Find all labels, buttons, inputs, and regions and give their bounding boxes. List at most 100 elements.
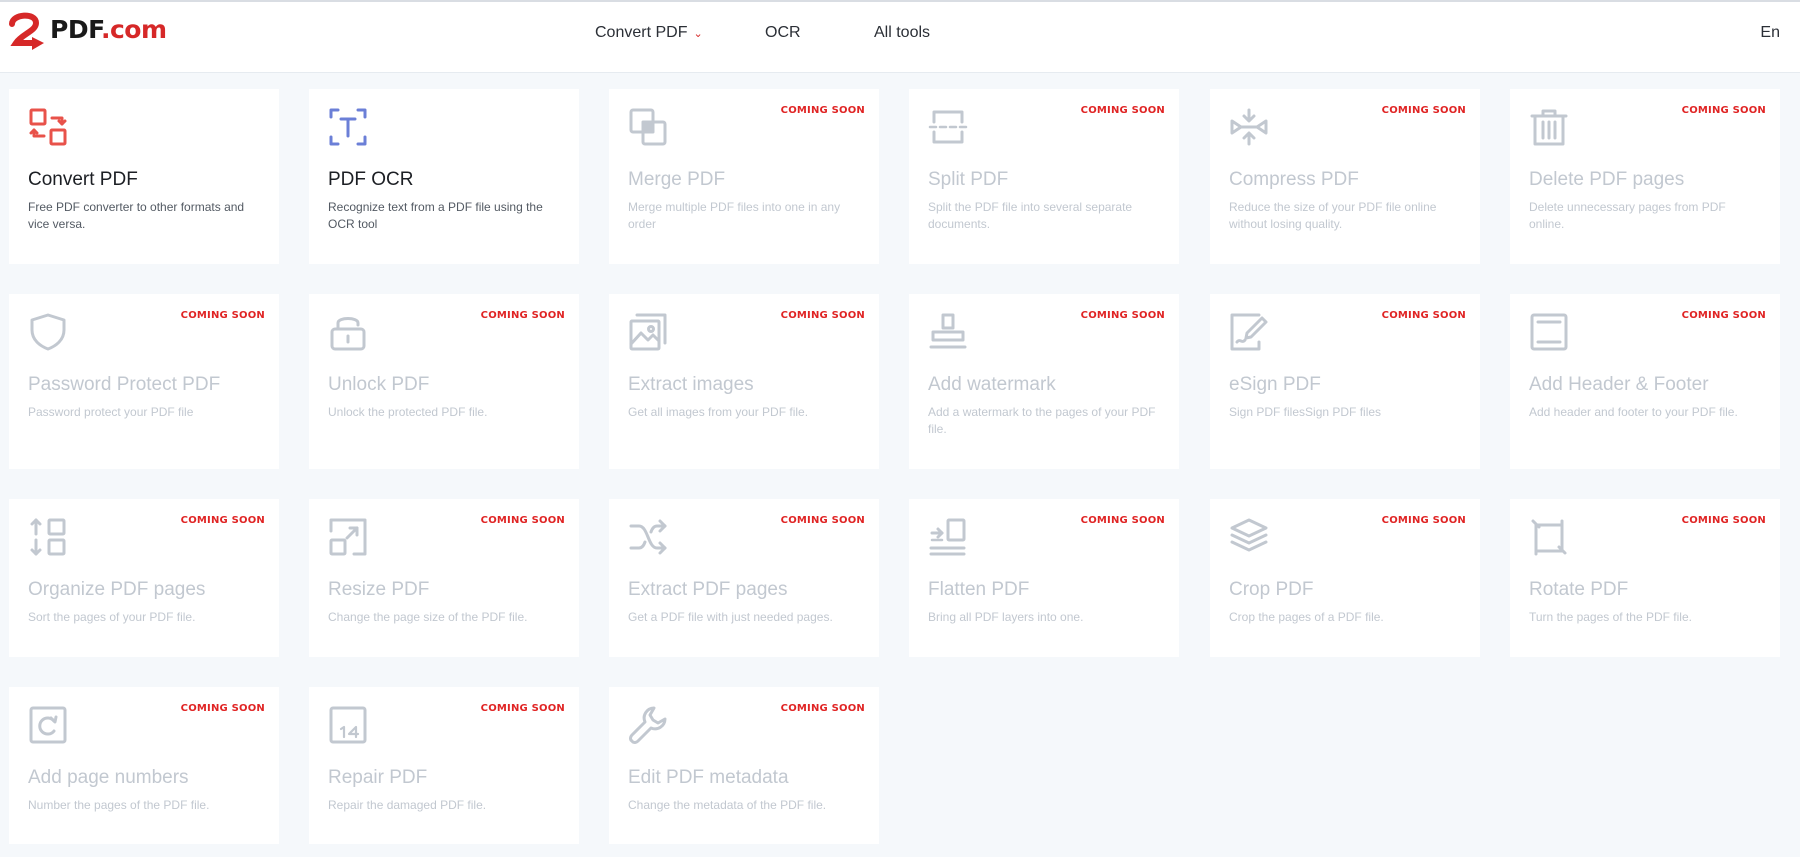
tool-description: Add header and footer to your PDF file.: [1529, 405, 1738, 419]
tool-card-esign-pdf[interactable]: COMING SOON eSign PDF Sign PDF filesSign P…: [1210, 294, 1480, 469]
tool-card-pdf-ocr[interactable]: PDF OCR Recognize text from a PDF file us…: [309, 89, 579, 264]
coming-soon-badge: COMING SOON: [180, 310, 265, 321]
tool-description: Repair the damaged PDF file.: [328, 798, 487, 812]
tool-title: Extract PDF pages: [628, 579, 788, 600]
tool-description: Delete unnecessary pages from PDF online…: [1529, 200, 1726, 231]
repair-icon: [328, 705, 368, 745]
coming-soon-badge: COMING SOON: [780, 515, 865, 526]
tool-description: Sort the pages of your PDF file.: [28, 610, 196, 624]
nav-all-tools[interactable]: All tools: [874, 24, 930, 42]
sign-icon: [1229, 312, 1269, 352]
tool-title: Crop PDF: [1229, 579, 1314, 600]
tool-title: Edit PDF metadata: [628, 767, 789, 788]
shield-icon: [28, 312, 68, 352]
tool-title: Unlock PDF: [328, 374, 430, 395]
tool-title: Compress PDF: [1229, 169, 1359, 190]
tool-card-merge-pdf[interactable]: COMING SOON Merge PDF Merge multiple PDF f…: [609, 89, 879, 264]
tool-card-convert-pdf[interactable]: Convert PDF Free PDF converter to other f…: [9, 89, 279, 264]
coming-soon-badge: COMING SOON: [1080, 310, 1165, 321]
coming-soon-badge: COMING SOON: [780, 310, 865, 321]
tool-title: Add page numbers: [28, 767, 189, 788]
tool-card-crop-pdf[interactable]: COMING SOON Crop PDF Crop the pages of a P…: [1210, 499, 1480, 657]
nav-convert-pdf-label: Convert PDF: [595, 24, 688, 41]
tool-description: Turn the pages of the PDF file.: [1529, 610, 1692, 624]
tool-description: Get a PDF file with just needed pages.: [628, 610, 833, 624]
coming-soon-badge: COMING SOON: [1080, 105, 1165, 116]
tool-card-extract-pdf-pages[interactable]: COMING SOON Extract PDF pages Get a PDF fi…: [609, 499, 879, 657]
tool-card-delete-pdf-pages[interactable]: COMING SOON Delete PDF pages Delete unnece…: [1510, 89, 1780, 264]
nav-convert-pdf[interactable]: Convert PDF ⌄: [595, 24, 703, 42]
tool-card-password-protect-pdf[interactable]: COMING SOON Password Protect PDF Password …: [9, 294, 279, 469]
tool-description: Change the metadata of the PDF file.: [628, 798, 827, 812]
coming-soon-badge: COMING SOON: [480, 310, 565, 321]
rotate-icon: [1529, 517, 1569, 557]
tool-card-split-pdf[interactable]: COMING SOON Split PDF Split the PDF file i…: [909, 89, 1179, 264]
tool-description: Number the pages of the PDF file.: [28, 798, 210, 812]
tool-card-add-watermark[interactable]: COMING SOON Add watermark Add a watermark …: [909, 294, 1179, 469]
header-footer-icon: [1529, 312, 1569, 352]
tool-title: Split PDF: [928, 169, 1009, 190]
tool-description: Sign PDF filesSign PDF files: [1229, 405, 1382, 419]
tool-title: Delete PDF pages: [1529, 169, 1685, 190]
coming-soon-badge: COMING SOON: [1381, 515, 1466, 526]
tool-description: Password protect your PDF file: [28, 405, 194, 419]
tool-card-add-page-numbers[interactable]: COMING SOON Add page numbers Number the pa…: [9, 687, 279, 844]
tool-title: Add watermark: [928, 374, 1056, 395]
top-header: PDF.com Convert PDF ⌄ OCR All tools En: [0, 0, 1800, 73]
coming-soon-badge: COMING SOON: [780, 703, 865, 714]
tool-card-resize-pdf[interactable]: COMING SOON Resize PDF Change the page siz…: [309, 499, 579, 657]
coming-soon-badge: COMING SOON: [180, 703, 265, 714]
site-logo[interactable]: PDF.com: [8, 10, 167, 54]
tool-card-organize-pdf-pages[interactable]: COMING SOON Organize PDF pages Sort the pa…: [9, 499, 279, 657]
shuffle-icon: [628, 517, 668, 557]
ocr-icon: [328, 107, 368, 147]
tool-description: Add a watermark to the pages of your PDF…: [928, 405, 1156, 436]
layers-icon: [1229, 517, 1269, 557]
stamp-icon: [928, 312, 968, 352]
coming-soon-badge: COMING SOON: [780, 105, 865, 116]
logo-2-arrow-icon: [9, 12, 44, 50]
tool-card-add-header-footer[interactable]: COMING SOON Add Header & Footer Add header…: [1510, 294, 1780, 469]
tool-description: Change the page size of the PDF file.: [328, 610, 528, 624]
tool-description: Reduce the size of your PDF file online …: [1229, 200, 1437, 231]
tool-card-unlock-pdf[interactable]: COMING SOON Unlock PDF Unlock the protecte…: [309, 294, 579, 469]
coming-soon-badge: COMING SOON: [1681, 515, 1766, 526]
organize-icon: [28, 517, 68, 557]
nav-ocr[interactable]: OCR: [765, 24, 801, 42]
tool-card-extract-images[interactable]: COMING SOON Extract images Get all images …: [609, 294, 879, 469]
tool-card-compress-pdf[interactable]: COMING SOON Compress PDF Reduce the size o…: [1210, 89, 1480, 264]
tool-card-repair-pdf[interactable]: COMING SOON Repair PDF Repair the damaged …: [309, 687, 579, 844]
trash-icon: [1529, 107, 1569, 147]
tool-title: Extract images: [628, 374, 754, 395]
tool-description: Recognize text from a PDF file using the…: [328, 200, 543, 231]
resize-icon: [328, 517, 368, 557]
coming-soon-badge: COMING SOON: [480, 703, 565, 714]
nav-all-tools-label: All tools: [874, 24, 931, 41]
tool-title: Convert PDF: [28, 169, 138, 190]
tool-title: PDF OCR: [328, 169, 414, 190]
tool-description: Merge multiple PDF files into one in any…: [628, 200, 841, 231]
unlock-icon: [328, 312, 368, 352]
nav-ocr-label: OCR: [765, 24, 801, 41]
tool-title: Organize PDF pages: [28, 579, 206, 600]
tool-card-flatten-pdf[interactable]: COMING SOON Flatten PDF Bring all PDF laye…: [909, 499, 1179, 657]
coming-soon-badge: COMING SOON: [1381, 105, 1466, 116]
tool-description: Split the PDF file into several separate…: [928, 200, 1133, 231]
tool-title: Repair PDF: [328, 767, 428, 788]
language-selector[interactable]: En: [1760, 24, 1780, 42]
tool-title: Flatten PDF: [928, 579, 1030, 600]
coming-soon-badge: COMING SOON: [1681, 105, 1766, 116]
tool-title: eSign PDF: [1229, 374, 1321, 395]
tool-card-rotate-pdf[interactable]: COMING SOON Rotate PDF Turn the pages of t…: [1510, 499, 1780, 657]
coming-soon-badge: COMING SOON: [1080, 515, 1165, 526]
tool-title: Resize PDF: [328, 579, 430, 600]
images-icon: [628, 312, 668, 352]
coming-soon-badge: COMING SOON: [1381, 310, 1466, 321]
convert-icon: [28, 107, 68, 147]
tool-description: Bring all PDF layers into one.: [928, 610, 1084, 624]
compress-icon: [1229, 107, 1269, 147]
tool-title: Rotate PDF: [1529, 579, 1629, 600]
split-icon: [928, 107, 968, 147]
tool-card-edit-pdf-metadata[interactable]: COMING SOON Edit PDF metadata Change the m…: [609, 687, 879, 844]
coming-soon-badge: COMING SOON: [480, 515, 565, 526]
